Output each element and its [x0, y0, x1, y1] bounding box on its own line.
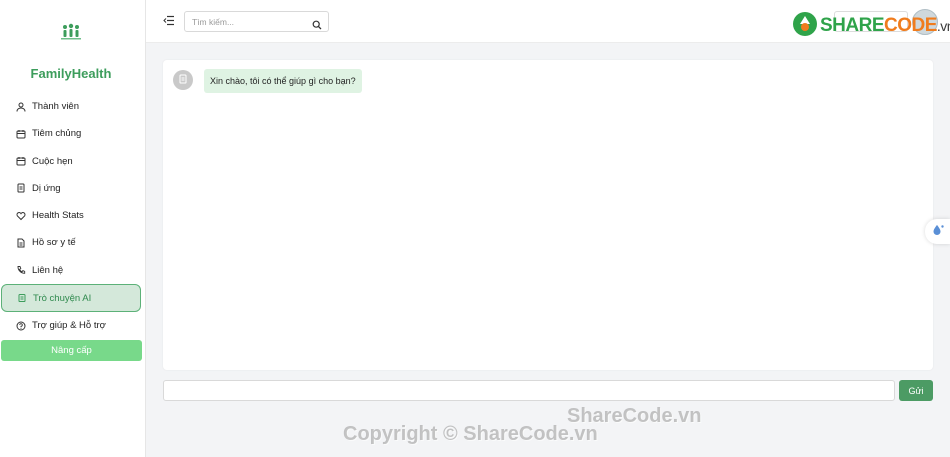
watermark-copyright: Copyright © ShareCode.vn — [343, 423, 598, 445]
sidebar-item-label: Trợ giúp & Hỗ trợ — [32, 320, 106, 332]
upgrade-button[interactable]: Nâng cấp — [1, 340, 142, 361]
search-icon[interactable] — [312, 17, 322, 30]
user-icon — [16, 102, 26, 112]
file-icon — [16, 238, 26, 248]
sidebar-item-allergies[interactable]: Dị ứng — [0, 175, 142, 202]
sidebar-item-label: Dị ứng — [32, 182, 61, 194]
sidebar-item-contact[interactable]: Liên hệ — [0, 257, 142, 284]
chat-panel: Xin chào, tôi có thể giúp gì cho bạn? — [163, 60, 933, 370]
robot-icon — [17, 293, 27, 303]
sidebar-item-health-stats[interactable]: Health Stats — [0, 202, 142, 229]
help-icon — [16, 321, 26, 331]
sidebar-item-label: Cuộc hẹn — [32, 155, 73, 167]
heart-icon — [16, 211, 26, 221]
sidebar-item-label: Trò chuyện AI — [33, 292, 92, 304]
sidebar-item-ai-chat[interactable]: Trò chuyện AI — [1, 284, 141, 313]
sidebar-nav: Thành viên Tiêm chủng Cuộc hẹn Dị ứng He… — [0, 93, 142, 339]
sidebar-item-medical-records[interactable]: Hồ sơ y tế — [0, 229, 142, 256]
watermark-logo: SHARECODE.vn — [792, 10, 950, 42]
robot-icon — [178, 71, 188, 89]
clipboard-icon — [16, 183, 26, 193]
watermark-logo-part3: .vn — [936, 18, 950, 34]
sidebar-item-help[interactable]: Trợ giúp & Hỗ trợ — [0, 312, 142, 339]
recycle-icon — [792, 11, 818, 42]
bot-message: Xin chào, tôi có thể giúp gì cho bạn? — [204, 69, 362, 93]
sidebar-item-label: Tiêm chủng — [32, 128, 82, 140]
brand-name[interactable]: FamilyHealth — [0, 66, 142, 81]
sidebar-item-members[interactable]: Thành viên — [0, 93, 142, 120]
phone-icon — [16, 265, 26, 275]
sidebar: FamilyHealth Thành viên Tiêm chủng Cuộc … — [0, 0, 146, 457]
send-button[interactable]: Gửi — [899, 380, 933, 401]
search-box — [184, 11, 329, 32]
family-icon — [60, 23, 82, 41]
chat-message-input[interactable] — [163, 380, 895, 401]
sidebar-item-label: Liên hệ — [32, 264, 64, 276]
sidebar-item-label: Thành viên — [32, 101, 80, 112]
calendar-icon — [16, 156, 26, 166]
calendar-icon — [16, 129, 26, 139]
sidebar-item-vaccination[interactable]: Tiêm chủng — [0, 120, 142, 147]
water-drop-icon — [931, 223, 945, 241]
watermark-logo-part1: SHARE — [820, 15, 885, 36]
sidebar-item-label: Hồ sơ y tế — [32, 237, 76, 249]
sidebar-item-label: Health Stats — [32, 210, 84, 222]
floating-help-button[interactable] — [925, 219, 950, 244]
search-input[interactable] — [192, 16, 307, 28]
sidebar-item-appointments[interactable]: Cuộc hẹn — [0, 148, 142, 175]
menu-toggle-icon[interactable] — [163, 13, 175, 26]
bot-avatar — [173, 70, 193, 90]
watermark-logo-part2: CODE — [884, 15, 937, 36]
